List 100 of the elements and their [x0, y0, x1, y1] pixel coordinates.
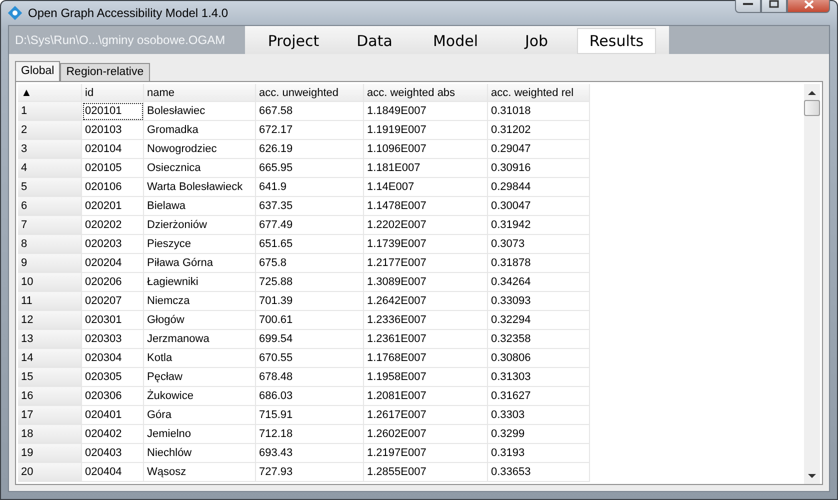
table-cell: 0.29844: [488, 178, 590, 197]
table-cell: 626.19: [256, 140, 364, 159]
row-number: 8: [18, 235, 82, 254]
table-cell: 667.58: [256, 102, 364, 121]
table-cell: 1.2336E007: [364, 311, 488, 330]
table-cell: Gromadka: [144, 121, 256, 140]
table-cell: 0.31303: [488, 368, 590, 387]
table-cell: Góra: [144, 406, 256, 425]
table-cell: 020301: [82, 311, 144, 330]
table-cell: 020207: [82, 292, 144, 311]
table-cell: 0.33093: [488, 292, 590, 311]
sort-header[interactable]: ▲: [18, 84, 82, 102]
table-cell: 020305: [82, 368, 144, 387]
table-cell: 1.1478E007: [364, 197, 488, 216]
row-number: 5: [18, 178, 82, 197]
table-cell: 725.88: [256, 273, 364, 292]
window-title: Open Graph Accessibility Model 1.4.0: [28, 6, 228, 20]
table-cell: 0.31878: [488, 254, 590, 273]
table-cell: 020101: [82, 102, 144, 121]
table-cell: 0.31202: [488, 121, 590, 140]
app-icon: [8, 6, 22, 20]
table-cell: 1.2602E007: [364, 425, 488, 444]
table-cell: Bolesławiec: [144, 102, 256, 121]
table-cell: 1.2855E007: [364, 463, 488, 482]
table-cell: 0.31942: [488, 216, 590, 235]
table-cell: 1.181E007: [364, 159, 488, 178]
row-number: 15: [18, 368, 82, 387]
table-cell: 020206: [82, 273, 144, 292]
table-cell: 0.3193: [488, 444, 590, 463]
table-cell: 0.30806: [488, 349, 590, 368]
table-cell: 1.2617E007: [364, 406, 488, 425]
table-cell: 675.8: [256, 254, 364, 273]
table-cell: 1.14E007: [364, 178, 488, 197]
table-cell: 0.31627: [488, 387, 590, 406]
table-cell: 1.1849E007: [364, 102, 488, 121]
table-cell: 678.48: [256, 368, 364, 387]
table-cell: Warta Bolesławieck: [144, 178, 256, 197]
table-cell: 020103: [82, 121, 144, 140]
table-cell: 727.93: [256, 463, 364, 482]
table-cell: 712.18: [256, 425, 364, 444]
column-header[interactable]: name: [144, 84, 256, 102]
table-cell: 686.03: [256, 387, 364, 406]
row-number: 2: [18, 121, 82, 140]
table-cell: 0.3303: [488, 406, 590, 425]
sub-tab[interactable]: Global: [15, 61, 60, 81]
table-cell: Dzierżoniów: [144, 216, 256, 235]
table-cell: Jerzmanowa: [144, 330, 256, 349]
table-cell: 701.39: [256, 292, 364, 311]
table-cell: 665.95: [256, 159, 364, 178]
main-tab[interactable]: Project: [253, 28, 334, 54]
row-number: 18: [18, 425, 82, 444]
table-cell: Kotla: [144, 349, 256, 368]
table-cell: 0.31018: [488, 102, 590, 121]
table-cell: 020201: [82, 197, 144, 216]
table-cell: 0.30047: [488, 197, 590, 216]
table-cell: 715.91: [256, 406, 364, 425]
table-cell: 020402: [82, 425, 144, 444]
table-cell: 1.2081E007: [364, 387, 488, 406]
row-number: 17: [18, 406, 82, 425]
column-header[interactable]: id: [82, 84, 144, 102]
row-number: 3: [18, 140, 82, 159]
table-cell: 672.17: [256, 121, 364, 140]
table-cell: Jemielno: [144, 425, 256, 444]
row-number: 1: [18, 102, 82, 121]
row-number: 6: [18, 197, 82, 216]
row-number: 12: [18, 311, 82, 330]
scroll-up-icon[interactable]: [808, 90, 816, 94]
minimize-button[interactable]: [735, 0, 761, 13]
maximize-button[interactable]: [761, 0, 787, 13]
scroll-down-icon[interactable]: [808, 474, 816, 478]
table-cell: 1.1958E007: [364, 368, 488, 387]
sub-tab[interactable]: Region-relative: [60, 63, 150, 81]
table-cell: 699.54: [256, 330, 364, 349]
close-button[interactable]: [787, 0, 830, 13]
table-cell: Niechlów: [144, 444, 256, 463]
column-header[interactable]: acc. unweighted: [256, 84, 364, 102]
main-tab[interactable]: Job: [496, 28, 577, 54]
row-number: 20: [18, 463, 82, 482]
table-cell: Osiecznica: [144, 159, 256, 178]
row-number: 14: [18, 349, 82, 368]
table-cell: 0.32294: [488, 311, 590, 330]
row-number: 13: [18, 330, 82, 349]
scroll-thumb[interactable]: [804, 100, 820, 116]
column-header[interactable]: acc. weighted abs: [364, 84, 488, 102]
main-tab[interactable]: Data: [334, 28, 415, 54]
table-cell: 1.1768E007: [364, 349, 488, 368]
table-cell: Piława Górna: [144, 254, 256, 273]
scrollbar[interactable]: [804, 84, 820, 484]
main-tab[interactable]: Model: [415, 28, 496, 54]
table-cell: 677.49: [256, 216, 364, 235]
maximize-icon: [769, 0, 779, 8]
column-header[interactable]: acc. weighted rel: [488, 84, 590, 102]
table-cell: 0.34264: [488, 273, 590, 292]
row-number: 4: [18, 159, 82, 178]
table-cell: 1.1739E007: [364, 235, 488, 254]
table-cell: Pęcław: [144, 368, 256, 387]
main-tab[interactable]: Results: [577, 28, 656, 54]
table-cell: 670.55: [256, 349, 364, 368]
table-cell: Łagiewniki: [144, 273, 256, 292]
table-cell: 641.9: [256, 178, 364, 197]
